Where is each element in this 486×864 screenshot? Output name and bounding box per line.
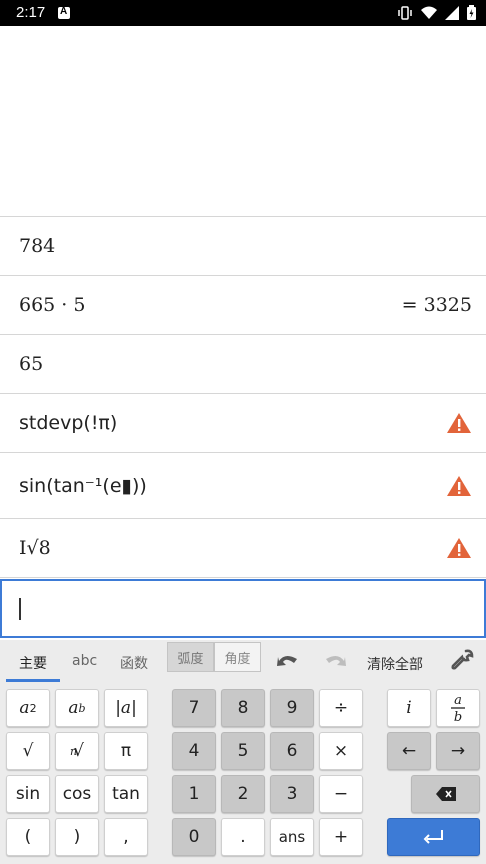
expression-text: stdevp(!π) — [19, 412, 118, 434]
vibrate-icon — [397, 5, 413, 24]
expression-row[interactable]: 784 — [0, 217, 486, 276]
expression-row[interactable]: sin(tan⁻¹(e▮)) — [0, 453, 486, 519]
undo-icon[interactable] — [275, 649, 301, 671]
battery-icon — [467, 5, 476, 24]
expression-input[interactable] — [0, 579, 486, 638]
wifi-icon — [421, 5, 437, 24]
warning-icon[interactable] — [446, 475, 472, 497]
expression-text: 784 — [19, 235, 56, 257]
key-6[interactable]: 6 — [270, 732, 314, 770]
expression-row[interactable]: I√8 — [0, 519, 486, 578]
expression-row[interactable]: 665 · 5 = 3325 — [0, 276, 486, 335]
expression-text: 665 · 5 — [19, 294, 86, 316]
status-bar: 2:17 — [0, 0, 486, 26]
text-caret — [19, 598, 21, 620]
enter-icon — [423, 830, 443, 844]
key-divide[interactable]: ÷ — [319, 689, 363, 727]
key-8[interactable]: 8 — [221, 689, 265, 727]
math-keyboard: 主要 abc 函数 弧度 角度 清除全部 a2 ab | a | 7 8 9 ÷ i… — [0, 640, 486, 864]
backspace-icon — [435, 787, 456, 801]
degrees-toggle[interactable]: 角度 — [214, 642, 261, 672]
status-icons — [397, 5, 476, 24]
status-time: 2:17 — [16, 4, 46, 21]
key-square[interactable]: a2 — [6, 689, 50, 727]
svg-text:a: a — [454, 693, 462, 708]
key-7[interactable]: 7 — [172, 689, 216, 727]
tab-abc[interactable]: abc — [72, 653, 97, 669]
key-pi[interactable]: π — [104, 732, 148, 770]
key-minus[interactable]: − — [319, 775, 363, 813]
key-tan[interactable]: tan — [104, 775, 148, 813]
tab-functions[interactable]: 函数 — [120, 653, 148, 673]
key-3[interactable]: 3 — [270, 775, 314, 813]
expression-text: I√8 — [19, 537, 51, 559]
clear-all-button[interactable]: 清除全部 — [367, 654, 423, 674]
key-sqrt[interactable]: √ — [6, 732, 50, 770]
key-comma[interactable]: , — [104, 818, 148, 856]
key-fraction[interactable]: ab — [436, 689, 480, 727]
key-power[interactable]: ab — [55, 689, 99, 727]
expression-row[interactable]: 65 — [0, 335, 486, 394]
signal-icon — [445, 5, 459, 24]
key-abs[interactable]: | a | — [104, 689, 148, 727]
key-5[interactable]: 5 — [221, 732, 265, 770]
key-sin[interactable]: sin — [6, 775, 50, 813]
expression-row[interactable]: stdevp(!π) — [0, 394, 486, 453]
warning-icon[interactable] — [446, 537, 472, 559]
key-cos[interactable]: cos — [55, 775, 99, 813]
key-1[interactable]: 1 — [172, 775, 216, 813]
keyboard-tabs: 主要 abc 函数 弧度 角度 清除全部 — [0, 640, 486, 684]
key-backspace[interactable] — [411, 775, 480, 813]
key-multiply[interactable]: × — [319, 732, 363, 770]
expression-list: 784 665 · 5 = 3325 65 stdevp(!π) sin(tan… — [0, 216, 486, 578]
key-plus[interactable]: + — [319, 818, 363, 856]
radians-toggle[interactable]: 弧度 — [167, 642, 214, 672]
key-right-arrow[interactable]: → — [436, 732, 480, 770]
key-left-arrow[interactable]: ← — [387, 732, 431, 770]
settings-wrench-icon[interactable] — [449, 649, 475, 671]
active-tab-indicator — [6, 679, 60, 682]
expression-text: 65 — [19, 353, 44, 375]
key-nth-root[interactable]: n √ — [55, 732, 99, 770]
key-9[interactable]: 9 — [270, 689, 314, 727]
key-0[interactable]: 0 — [172, 818, 216, 856]
key-4[interactable]: 4 — [172, 732, 216, 770]
key-ans[interactable]: ans — [270, 818, 314, 856]
redo-icon[interactable] — [322, 649, 348, 671]
warning-icon[interactable] — [446, 412, 472, 434]
key-decimal[interactable]: . — [221, 818, 265, 856]
key-enter[interactable] — [387, 818, 480, 856]
tab-main[interactable]: 主要 — [19, 653, 47, 673]
key-close-paren[interactable]: ) — [55, 818, 99, 856]
svg-text:b: b — [454, 710, 462, 724]
expression-text: sin(tan⁻¹(e▮)) — [19, 474, 147, 497]
notification-icon — [58, 6, 70, 19]
key-2[interactable]: 2 — [221, 775, 265, 813]
key-open-paren[interactable]: ( — [6, 818, 50, 856]
expression-result: = 3325 — [401, 294, 472, 316]
key-imaginary[interactable]: i — [387, 689, 431, 727]
